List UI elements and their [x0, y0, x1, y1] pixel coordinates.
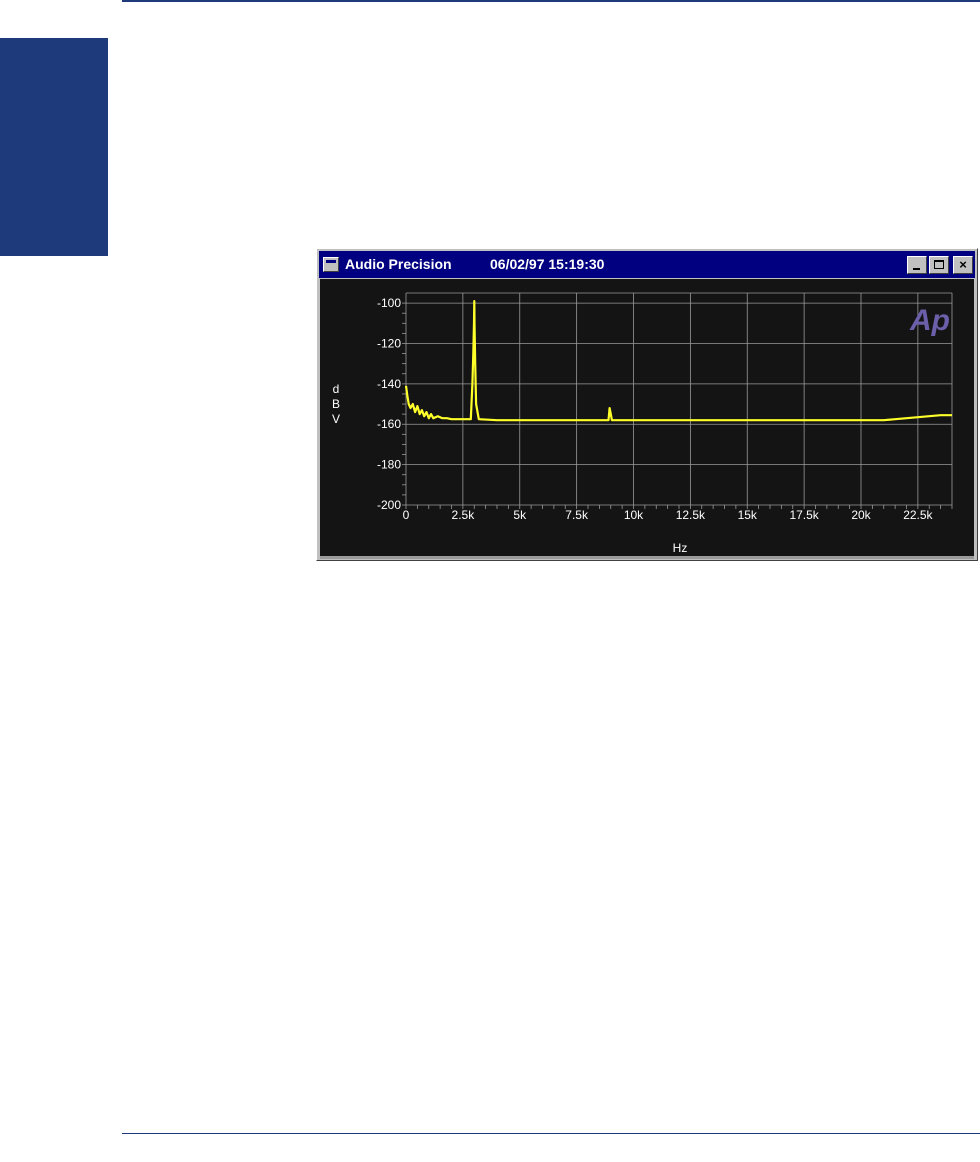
x-tick-label: 17.5k	[789, 508, 819, 522]
y-tick-label: -140	[377, 377, 401, 391]
y-tick-label: -200	[377, 498, 401, 512]
side-tab	[0, 38, 108, 256]
chart-grid	[405, 292, 953, 506]
chart-area: 0 2.5k 5k 7.5k 10k 12.5k 15k 17.5k 20k 22.5k -100 -…	[320, 279, 974, 556]
window-titlebar[interactable]: Audio Precision 06/02/97 15:19:30 ×	[319, 251, 975, 278]
close-icon: ×	[959, 257, 967, 272]
x-tick-label: 12.5k	[676, 508, 706, 522]
y-axis-label-letter: d	[333, 382, 340, 396]
x-tick-label: 2.5k	[452, 508, 476, 522]
status-strip	[320, 556, 974, 559]
x-axis-label: Hz	[673, 541, 688, 555]
window-title: Audio Precision	[345, 256, 452, 272]
minimize-icon	[913, 268, 920, 270]
chart-labels: 0 2.5k 5k 7.5k 10k 12.5k 15k 17.5k 20k 22.5k -100 -…	[332, 296, 934, 522]
ap-logo: Ap	[909, 304, 950, 337]
x-tick-label: 22.5k	[903, 508, 933, 522]
x-tick-label: 10k	[624, 508, 644, 522]
top-rule	[122, 0, 980, 2]
y-axis-label-letter: B	[332, 397, 340, 411]
x-tick-label: 5k	[513, 508, 527, 522]
x-tick-label: 0	[403, 508, 410, 522]
bottom-rule	[122, 1133, 980, 1134]
x-tick-label: 15k	[738, 508, 758, 522]
window-timestamp: 06/02/97 15:19:30	[490, 256, 605, 272]
window-menu-icon[interactable]	[323, 257, 339, 272]
spectrum-chart: 0 2.5k 5k 7.5k 10k 12.5k 15k 17.5k 20k 22.5k -100 -…	[332, 292, 953, 555]
x-tick-label: 20k	[851, 508, 871, 522]
audio-precision-window: Audio Precision 06/02/97 15:19:30 × 0 2.5…	[316, 248, 978, 561]
y-tick-label: -120	[377, 336, 401, 350]
chart-ticks	[402, 302, 953, 509]
y-tick-label: -160	[377, 417, 401, 431]
y-tick-label: -100	[377, 296, 401, 310]
y-tick-label: -180	[377, 458, 401, 472]
chart-traces	[404, 300, 952, 422]
minimize-button[interactable]	[907, 256, 927, 274]
x-tick-label: 7.5k	[565, 508, 589, 522]
close-button[interactable]: ×	[953, 256, 973, 274]
maximize-button[interactable]	[929, 256, 949, 274]
spectrum-trace	[404, 300, 952, 422]
y-axis-label-letter: V	[332, 412, 340, 426]
maximize-icon	[934, 260, 944, 269]
